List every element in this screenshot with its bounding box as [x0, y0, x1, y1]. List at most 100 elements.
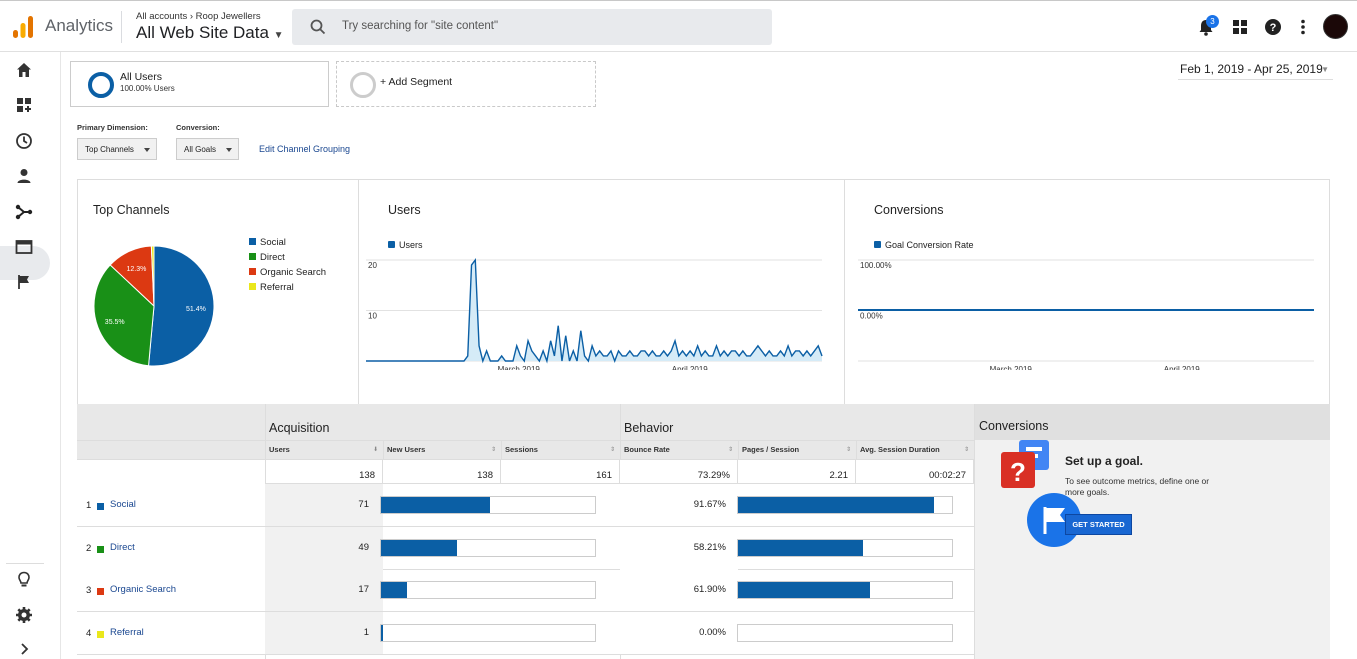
- channel-swatch: [97, 588, 104, 595]
- column-header[interactable]: Pages / Session: [742, 445, 844, 454]
- legend-label: Direct: [260, 252, 285, 263]
- view-name-label: All Web Site Data: [136, 23, 269, 42]
- segment-ring-icon: [88, 72, 114, 98]
- home-icon[interactable]: [14, 60, 34, 80]
- panel-divider: [844, 180, 845, 404]
- add-segment-button[interactable]: + Add Segment: [336, 61, 596, 107]
- pie-legend: Social Direct Organic Search Referral: [249, 237, 349, 301]
- y-tick-label: 10: [368, 312, 377, 321]
- sidebar: [0, 52, 61, 659]
- clock-icon[interactable]: [14, 131, 34, 151]
- users-bar-fill: [381, 497, 490, 513]
- sort-icon[interactable]: ⇕: [491, 446, 496, 453]
- x-tick-label: March 2019: [990, 365, 1033, 370]
- conversion-dropdown[interactable]: All Goals: [176, 138, 239, 160]
- gear-icon[interactable]: [14, 605, 34, 625]
- users-legend: Users: [388, 240, 423, 250]
- panel-divider: [358, 180, 359, 404]
- more-vert-icon[interactable]: [1293, 17, 1313, 37]
- x-tick-label: April 2019: [1164, 365, 1201, 370]
- sort-icon[interactable]: ⇕: [610, 446, 615, 453]
- channel-link[interactable]: Direct: [110, 542, 135, 553]
- pie-data-label: 35.5%: [105, 319, 125, 326]
- legend-label: Users: [399, 240, 423, 250]
- primary-dimension-dropdown[interactable]: Top Channels: [77, 138, 157, 160]
- table-row[interactable]: 3 Organic Search 17 61.90%: [77, 569, 974, 612]
- pie-data-label: 51.4%: [186, 306, 206, 313]
- channel-link[interactable]: Social: [110, 499, 136, 510]
- lightbulb-icon[interactable]: [14, 570, 34, 590]
- users-line-chart[interactable]: 20 10 March 2019 April 2019: [366, 255, 836, 370]
- apps-grid-icon[interactable]: [1230, 17, 1250, 37]
- users-bar: [380, 496, 596, 514]
- y-tick-label: 20: [368, 261, 377, 270]
- legend-swatch: [874, 241, 881, 248]
- flag-icon[interactable]: [14, 272, 34, 292]
- search-placeholder: Try searching for "site content": [342, 20, 499, 32]
- y-tick-label: 0.00%: [860, 312, 883, 321]
- all-users-segment[interactable]: All Users 100.00% Users: [70, 61, 329, 107]
- charts-panel: Top Channels 51.4% 35.5% 12.3% Social Direc…: [77, 179, 1330, 405]
- app-title: Analytics: [45, 16, 114, 35]
- segment-ring-icon: [350, 72, 376, 98]
- sort-icon[interactable]: ⇕: [846, 446, 851, 453]
- conversions-chart-title: Conversions: [874, 203, 944, 217]
- channel-swatch: [97, 503, 104, 510]
- channel-link[interactable]: Organic Search: [110, 584, 176, 595]
- users-bar-fill: [381, 624, 383, 641]
- top-channels-pie-chart[interactable]: 51.4% 35.5% 12.3%: [92, 244, 216, 368]
- conversions-line-chart[interactable]: 100.00% 0.00% March 2019 April 2019: [850, 255, 1320, 370]
- customization-icon[interactable]: [14, 95, 34, 115]
- primary-dimension-label: Primary Dimension:: [77, 123, 148, 132]
- users-value: 17: [358, 584, 369, 595]
- column-header[interactable]: Users: [269, 445, 371, 454]
- behavior-icon[interactable]: [14, 237, 34, 257]
- person-icon[interactable]: [14, 166, 34, 186]
- get-started-button[interactable]: GET STARTED: [1065, 514, 1132, 535]
- add-segment-label: + Add Segment: [380, 76, 453, 88]
- users-bar-fill: [381, 539, 457, 556]
- table-row[interactable]: 4 Referral 1 0.00%: [77, 611, 974, 655]
- avatar[interactable]: [1323, 14, 1348, 39]
- sort-desc-icon[interactable]: ⬇: [373, 446, 378, 453]
- help-icon[interactable]: ?: [1263, 17, 1283, 37]
- chevron-right-icon[interactable]: [14, 639, 34, 659]
- legend-label: Referral: [260, 282, 294, 293]
- sort-icon[interactable]: ⇕: [728, 446, 733, 453]
- divider: [121, 11, 122, 43]
- table-row[interactable]: 2 Direct 49 58.21%: [77, 526, 974, 570]
- view-selector[interactable]: All Web Site Data ▼: [136, 23, 284, 43]
- analytics-logo-icon[interactable]: [12, 15, 34, 39]
- totals-label-cell: [77, 459, 265, 484]
- top-bar: Analytics All accounts › Roop Jewellers …: [0, 0, 1357, 52]
- column-header[interactable]: Sessions: [505, 445, 608, 454]
- channel-link[interactable]: Referral: [110, 627, 144, 638]
- legend-item: Direct: [249, 252, 349, 267]
- bounce-bar: [737, 623, 953, 642]
- users-bar: [380, 623, 596, 642]
- pie-chart-title: Top Channels: [93, 203, 170, 217]
- y-tick-label: 100.00%: [860, 261, 892, 270]
- bounce-rate-value: 58.21%: [693, 541, 726, 553]
- conversions-title: Conversions: [979, 419, 1049, 433]
- legend-label: Social: [260, 237, 286, 248]
- date-range-picker[interactable]: Feb 1, 2019 - Apr 25, 2019 ▼: [1178, 62, 1333, 80]
- search-bar[interactable]: Try searching for "site content": [292, 9, 772, 45]
- x-tick-label: March 2019: [498, 365, 541, 370]
- column-header[interactable]: New Users: [387, 445, 489, 454]
- row-index: 3: [86, 585, 92, 596]
- legend-swatch: [249, 283, 256, 290]
- legend-item: Social: [249, 237, 349, 252]
- table-row[interactable]: 1 Social 71 91.67%: [77, 484, 974, 527]
- edit-channel-grouping-link[interactable]: Edit Channel Grouping: [259, 144, 350, 154]
- column-header[interactable]: Avg. Session Duration: [860, 445, 962, 454]
- acquisition-icon[interactable]: [14, 202, 34, 222]
- breadcrumb[interactable]: All accounts › Roop Jewellers: [136, 11, 261, 22]
- legend-label: Goal Conversion Rate: [885, 240, 974, 250]
- bounce-bar: [737, 581, 953, 599]
- row-index: 2: [86, 542, 92, 554]
- column-header[interactable]: Bounce Rate: [624, 445, 726, 454]
- bounce-rate-value: 0.00%: [699, 626, 726, 638]
- conversion-value: All Goals: [184, 145, 217, 154]
- sort-icon[interactable]: ⇕: [964, 446, 969, 453]
